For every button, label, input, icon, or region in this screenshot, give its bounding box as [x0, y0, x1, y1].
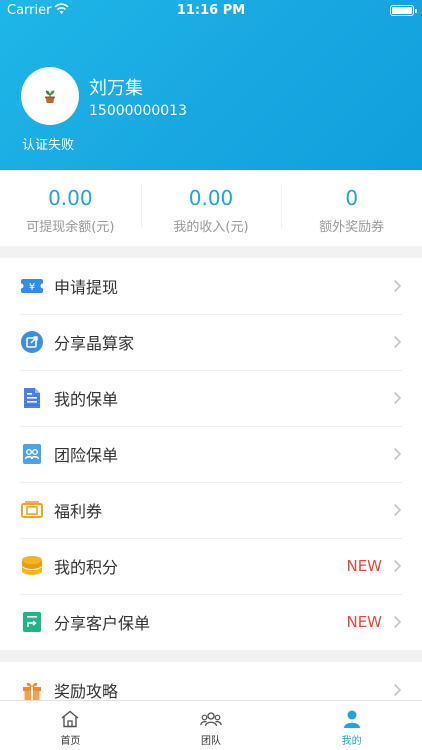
- svg-text:¥: ¥: [29, 282, 35, 293]
- battery-icon: [390, 5, 417, 16]
- stat-extra-reward-coupons[interactable]: 0 额外奖励券: [281, 170, 422, 246]
- tab-label: 我的: [341, 736, 362, 747]
- chevron-right-icon: [393, 335, 402, 349]
- new-badge: NEW: [346, 557, 382, 575]
- menu-item-my-policy[interactable]: 我的保单: [0, 370, 422, 426]
- chevron-right-icon: [393, 503, 402, 517]
- document-icon: [24, 388, 40, 408]
- menu-item-label: 奖励攻略: [54, 682, 119, 701]
- tab-label: 首页: [60, 736, 81, 747]
- status-bar: Carrier 11:16 PM: [0, 0, 422, 22]
- profile-header: Carrier 11:16 PM 刘万集 15000000013 认证失败: [0, 0, 422, 170]
- share-icon: [21, 331, 43, 353]
- menu-list: ¥ 申请提现 分享晶算家 我的保单 团险保单 福利券 我的积分 NEW 分享客户…: [0, 258, 422, 650]
- menu-item-label: 分享晶算家: [54, 334, 135, 353]
- menu-item-label: 福利券: [54, 502, 103, 521]
- avatar[interactable]: [21, 67, 79, 125]
- menu-item-group-policy[interactable]: 团险保单: [0, 426, 422, 482]
- chevron-right-icon: [393, 279, 402, 293]
- stat-withdrawable-balance[interactable]: 0.00 可提现余额(元): [0, 170, 141, 246]
- stat-value: 0.00: [48, 186, 93, 210]
- menu-item-my-points[interactable]: 我的积分 NEW: [0, 538, 422, 594]
- gift-icon: [23, 682, 41, 700]
- plant-pot-icon: [45, 90, 55, 103]
- verification-status[interactable]: 认证失败: [22, 134, 74, 153]
- chevron-right-icon: [393, 391, 402, 405]
- stat-value: 0: [345, 186, 359, 210]
- team-icon: [200, 712, 222, 727]
- tab-team[interactable]: 团队: [141, 701, 282, 750]
- coin-stack-icon: [22, 556, 42, 575]
- stat-label: 可提现余额(元): [26, 220, 115, 235]
- menu-item-share-app[interactable]: 分享晶算家: [0, 314, 422, 370]
- menu-item-label: 分享客户保单: [54, 614, 151, 633]
- tab-home[interactable]: 首页: [0, 701, 141, 750]
- menu-item-reward-guide[interactable]: 奖励攻略: [0, 662, 422, 702]
- chevron-right-icon: [393, 615, 402, 629]
- menu-item-label: 申请提现: [54, 278, 119, 297]
- stat-my-income[interactable]: 0.00 我的收入(元): [140, 170, 282, 246]
- menu-item-coupons[interactable]: 福利券: [0, 482, 422, 538]
- home-icon: [61, 710, 79, 728]
- yuan-ticket-icon: ¥: [20, 279, 44, 293]
- tab-bar: 首页 团队 我的: [0, 700, 422, 750]
- menu-item-label: 团险保单: [54, 446, 119, 465]
- chevron-right-icon: [393, 683, 402, 697]
- stat-label: 额外奖励券: [319, 220, 385, 235]
- chevron-right-icon: [393, 559, 402, 573]
- coupon-icon: [21, 501, 43, 518]
- menu-item-label: 我的积分: [54, 558, 119, 577]
- user-name: 刘万集: [89, 78, 143, 99]
- menu-item-label: 我的保单: [54, 390, 119, 409]
- share-document-icon: [23, 612, 41, 632]
- stat-value: 0.00: [188, 186, 234, 210]
- tab-mine[interactable]: 我的: [281, 701, 422, 750]
- stat-label: 我的收入(元): [173, 220, 249, 235]
- clock: 11:16 PM: [176, 3, 246, 18]
- menu-list-secondary: 奖励攻略: [0, 662, 422, 702]
- person-icon: [343, 710, 360, 728]
- chevron-right-icon: [393, 447, 402, 461]
- user-phone: 15000000013: [89, 103, 187, 119]
- menu-item-withdraw[interactable]: ¥ 申请提现: [0, 258, 422, 314]
- group-document-icon: [23, 444, 41, 464]
- new-badge: NEW: [346, 613, 382, 631]
- menu-item-share-client-policy[interactable]: 分享客户保单 NEW: [0, 594, 422, 650]
- stats-panel: 0.00 可提现余额(元) 0.00 我的收入(元) 0 额外奖励券: [0, 170, 422, 246]
- tab-label: 团队: [201, 736, 221, 747]
